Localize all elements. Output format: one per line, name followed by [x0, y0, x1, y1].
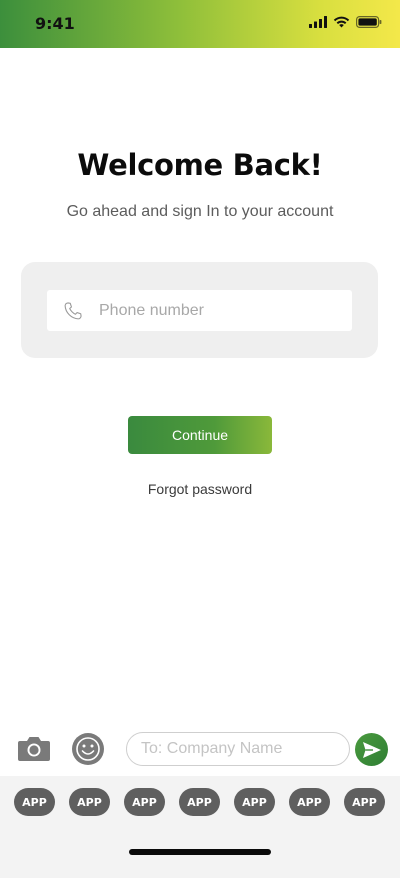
- phone-number-input[interactable]: [99, 290, 344, 331]
- forgot-password-link[interactable]: Forgot password: [0, 481, 400, 497]
- page-subtitle: Go ahead and sign In to your account: [66, 203, 334, 220]
- wifi-icon: [333, 16, 350, 28]
- app-button[interactable]: APP: [289, 788, 330, 816]
- app-tray: APP APP APP APP APP APP APP: [0, 776, 400, 878]
- app-button[interactable]: APP: [344, 788, 385, 816]
- page-title: Welcome Back!: [77, 148, 323, 182]
- emoji-icon[interactable]: [71, 732, 105, 766]
- message-recipient-input[interactable]: [126, 732, 350, 766]
- phone-icon: [62, 300, 84, 322]
- app-button[interactable]: APP: [124, 788, 165, 816]
- app-button[interactable]: APP: [14, 788, 55, 816]
- battery-icon: [356, 16, 382, 28]
- continue-button[interactable]: Continue: [128, 416, 272, 454]
- send-icon[interactable]: [355, 733, 388, 766]
- camera-icon[interactable]: [17, 733, 51, 763]
- home-indicator[interactable]: [129, 849, 271, 855]
- app-button[interactable]: APP: [234, 788, 275, 816]
- cellular-signal-icon: [309, 16, 327, 28]
- status-icons: [309, 16, 382, 28]
- phone-card: [21, 262, 378, 358]
- status-bar: 9:41: [0, 0, 400, 48]
- app-row: APP APP APP APP APP APP APP: [14, 788, 385, 816]
- login-screen: 9:41 Welcome Back! Go ahead and sign In …: [0, 0, 400, 878]
- phone-field[interactable]: [47, 290, 352, 331]
- app-button[interactable]: APP: [179, 788, 220, 816]
- app-button[interactable]: APP: [69, 788, 110, 816]
- status-time: 9:41: [35, 14, 75, 33]
